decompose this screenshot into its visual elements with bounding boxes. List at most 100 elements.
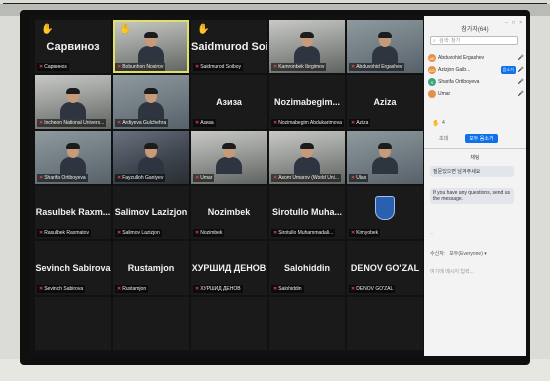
participant-search-input[interactable]: ⌕ 검색: 참가 (430, 36, 518, 45)
participant-label-text: Nozimabegim Abdukarimova (278, 119, 342, 126)
participant-name-label: ✕ Sirotullo Muhammadali... (271, 229, 336, 238)
participant-name-label: ✕ DENOV GO'ZAL (349, 284, 396, 293)
participant-name-label: ✕ Bobunhon Nosirov (115, 63, 166, 72)
mic-muted-icon: ✕ (195, 230, 200, 237)
participant-video (138, 142, 164, 174)
participant-name-label: ✕ Saidmurod Soiboy (193, 63, 244, 72)
participant-tile[interactable]: ✕ Kamronbek Ibrgimov (269, 20, 345, 74)
participant-tile[interactable]: ✕ Sharifa Ortiboyeva (35, 130, 111, 184)
participant-label-text: Fayzulloh Ganiyev (122, 174, 164, 181)
participant-label-text: Ardiyeva Gulchehra (122, 119, 167, 126)
mic-muted-icon: ✕ (273, 64, 278, 71)
participant-label-text: Incheon National Univers... (44, 119, 105, 126)
participant-tile[interactable]: ✕ Asom Umarov (World Uni... (269, 130, 345, 184)
participant-video (372, 142, 398, 174)
avatar: AG (428, 66, 436, 74)
search-icon: ⌕ (433, 38, 436, 44)
participant-tile[interactable]: ✕ Abduvohid Ergashev (347, 20, 423, 74)
participant-label-text: Rustamjon (122, 285, 147, 292)
participant-label-text: Kimyobek (356, 230, 379, 237)
mic-muted-icon: ✕ (117, 64, 122, 71)
participant-label-text: Rasulbek Raxmatov (44, 230, 89, 237)
participant-tile[interactable]: Salohiddin ✕ Salohiddin (269, 241, 345, 295)
recipient-select[interactable]: 모두(Everyone) ▾ (449, 250, 487, 257)
mic-muted-icon: ✕ (39, 119, 44, 126)
mic-muted-icon: ✕ (39, 230, 44, 237)
participant-video (138, 87, 164, 119)
participant-tile[interactable]: ✋ ✕ Bobunhon Nosirov (113, 20, 189, 74)
participant-tile[interactable]: Salimov Lazizjon ✕ Salimov Lazizjon (113, 185, 189, 240)
participant-name-label: ✕ Sevinch Sabirova (37, 284, 86, 293)
participant-tile[interactable]: Rasulbek Raxm... ✕ Rasulbek Raxmatov (35, 185, 111, 240)
participant-display-name: Nozimabegim... (273, 96, 340, 107)
raised-hand-icon: ✋ (41, 24, 54, 35)
participant-label-text: Nozimbek (200, 230, 223, 237)
microphone-icon: 🎤 (517, 91, 524, 97)
participant-tile[interactable]: Nozimbek ✕ Nozimbek (191, 185, 267, 240)
chat-note: ... (430, 230, 434, 235)
mic-muted-icon: ✕ (195, 174, 200, 181)
participant-label-text: Sharifa Ortiboyeva (44, 174, 86, 181)
mic-muted-icon: ✕ (39, 174, 44, 181)
microphone-icon: 🎤 (517, 55, 524, 61)
avatar: S (428, 78, 436, 86)
participant-tile[interactable]: ✋ Сарвиноз ✕ Сарвиноз (35, 20, 111, 74)
participant-name-label: ✕ Salimov Lazizjon (115, 229, 162, 238)
participant-display-name: Азиза (216, 96, 242, 107)
avatar (428, 90, 436, 98)
participant-tile[interactable]: ✕ Ardiyeva Gulchehra (113, 75, 189, 129)
participant-display-name: Nozimbek (207, 207, 251, 218)
participant-tile[interactable]: ХУРШИД ДЕНОВ ✕ ХУРШИД ДЕНОВ (191, 241, 267, 295)
mic-muted-icon: ✕ (117, 230, 122, 237)
participant-tile[interactable]: ✕ Umar (191, 130, 267, 184)
participant-list: AE Abduvohid Ergashev 🎤 AG Azizjon Gaib... 음소… (428, 52, 524, 100)
participant-tile[interactable]: Азиза ✕ Азиза (191, 75, 267, 129)
mic-muted-icon: ✕ (351, 64, 356, 71)
participant-name-label: ✕ Сарвиноз (37, 63, 69, 72)
participant-row[interactable]: AG Azizjon Gaib... 음소거 🎤 (428, 64, 524, 76)
participant-row-name: Sharifa Ortiboyeva (438, 79, 480, 85)
participant-tile[interactable]: Aziza ✕ Aziza (347, 75, 423, 129)
participant-tile[interactable]: Nozimabegim... ✕ Nozimabegim Abdukarimova (269, 75, 345, 129)
participant-label-text: DENOV GO'ZAL (356, 285, 394, 292)
mic-muted-icon: ✕ (39, 64, 44, 71)
participant-video (138, 32, 164, 64)
mute-participant-button[interactable]: 음소거 (500, 66, 516, 74)
participant-name-label: ✕ Incheon National Univers... (37, 118, 107, 127)
participant-video (60, 87, 86, 119)
participant-name-label: ✕ Sharifa Ortiboyeva (37, 173, 88, 182)
participant-tile[interactable]: ✕ Kimyobek (347, 185, 423, 240)
raised-hand-count: 4 (442, 120, 445, 126)
participant-display-name: Aziza (373, 96, 397, 107)
mute-all-button[interactable]: 모두 음소거 (465, 134, 498, 143)
participant-name-label: ✕ Азиза (193, 118, 216, 127)
empty-tile (269, 296, 345, 350)
participant-row[interactable]: Umar 🎤 (428, 88, 524, 100)
participant-label-text: Bobunhon Nosirov (122, 64, 164, 71)
participant-tile[interactable]: ✕ Ulas (347, 130, 423, 184)
participant-tile[interactable]: ✕ Incheon National Univers... (35, 75, 111, 129)
participant-display-name: Sirotullo Muha... (272, 207, 342, 218)
participant-tile[interactable]: DENOV GO'ZAL ✕ DENOV GO'ZAL (347, 241, 423, 295)
participant-label-text: Asom Umarov (World Uni... (278, 174, 339, 181)
participant-tile[interactable]: ✕ Fayzulloh Ganiyev (113, 130, 189, 184)
chat-message: If you have any questions, send us the m… (430, 188, 514, 204)
mic-muted-icon: ✕ (195, 64, 200, 71)
participant-name-label: ✕ Nozimbek (193, 229, 225, 238)
participant-display-name: Rasulbek Raxm... (35, 207, 111, 218)
participant-label-text: Ulas (356, 174, 367, 181)
raised-hand-icon: ✋ (197, 24, 210, 35)
participant-tile[interactable]: ✋ Saidmurod Soib... ✕Saidmurod Soiboy (191, 20, 267, 74)
participant-row[interactable]: S Sharifa Ortiboyeva 🎤 (428, 76, 524, 88)
participant-label-text: Umar (200, 174, 213, 181)
participant-name-label: ✕ Umar (193, 173, 215, 182)
participant-row[interactable]: AE Abduvohid Ergashev 🎤 (428, 52, 524, 64)
chat-input[interactable]: 여기에 메시지 입력... (430, 268, 474, 275)
participant-tile[interactable]: Sevinch Sabirova ✕ Sevinch Sabirova (35, 241, 111, 295)
chat-recipient[interactable]: 수신자: 모두(Everyone) ▾ (430, 250, 487, 257)
participant-tile[interactable]: Sirotullo Muha... ✕ Sirotullo Muhammadali.… (269, 185, 345, 240)
panel-divider (424, 148, 526, 149)
invite-button[interactable]: 초대 (436, 134, 451, 143)
participant-tile[interactable]: Rustamjon ✕ Rustamjon (113, 241, 189, 295)
participant-display-name: Salimov Lazizjon (114, 207, 188, 218)
